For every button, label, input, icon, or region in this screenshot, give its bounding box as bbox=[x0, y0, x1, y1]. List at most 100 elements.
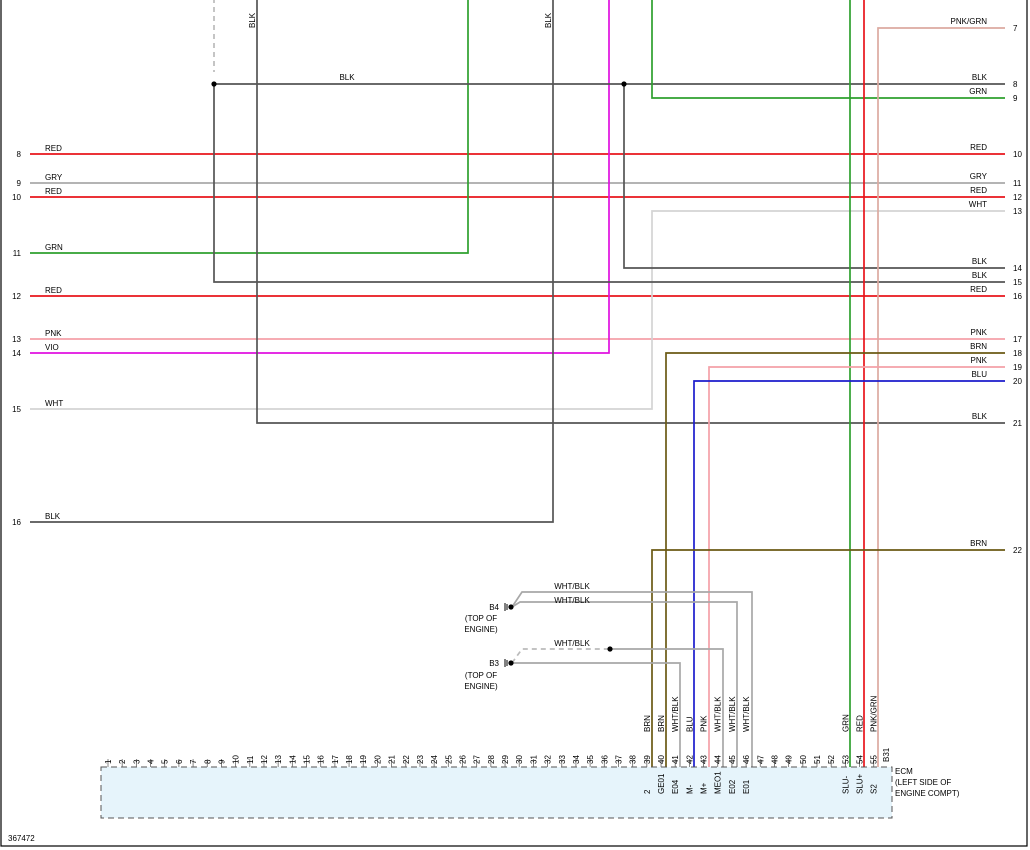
ecm-pin-number: 15 bbox=[303, 755, 312, 764]
ecm-terminal-wire-label: BLU bbox=[685, 716, 694, 732]
right-wire-label: BLK bbox=[972, 73, 988, 82]
ecm-pin-number: 6 bbox=[175, 759, 184, 764]
ecm-location: (LEFT SIDE OF bbox=[895, 778, 951, 787]
ecm-pin-number: 34 bbox=[572, 755, 581, 764]
ground-b4-symbol bbox=[508, 604, 514, 610]
ecm-pin-number: 55 bbox=[870, 755, 879, 764]
ecm-connector bbox=[100, 759, 893, 819]
ecm-pin-number: 30 bbox=[515, 755, 524, 764]
ecm-pin-number: 46 bbox=[742, 755, 751, 764]
left-wire-label: VIO bbox=[45, 343, 59, 352]
left-wire-label: GRY bbox=[45, 173, 63, 182]
ecm-terminal-wire-label: WHT/BLK bbox=[728, 696, 737, 732]
ecm-pin-number: 53 bbox=[841, 755, 850, 764]
right-pin-number: 17 bbox=[1013, 335, 1022, 344]
ecm-pin-number: 18 bbox=[345, 755, 354, 764]
right-pin-number: 18 bbox=[1013, 349, 1022, 358]
right-wire-label: BRN bbox=[970, 539, 987, 548]
wire-label-whtblk: WHT/BLK bbox=[554, 639, 590, 648]
wire-whtblk-e02 bbox=[511, 601, 738, 767]
wire-label-blk-vertical: BLK bbox=[544, 12, 553, 28]
ecm-terminal-wire-label: WHT/BLK bbox=[671, 696, 680, 732]
right-wire-label: PNK bbox=[971, 356, 988, 365]
right-wire-label: BRN bbox=[970, 342, 987, 351]
left-pin-number: 11 bbox=[13, 249, 22, 258]
ecm-pin-number: 29 bbox=[501, 755, 510, 764]
ecm-pin-number: 11 bbox=[246, 755, 255, 764]
ecm-pin-number: 4 bbox=[147, 759, 156, 764]
right-wire-label: BLK bbox=[972, 271, 988, 280]
ecm-pin-number: 47 bbox=[756, 755, 765, 764]
right-pin-number: 16 bbox=[1013, 292, 1022, 301]
wire-pnkgrn-s2 bbox=[877, 27, 1005, 767]
ecm-pin-number: 35 bbox=[586, 755, 595, 764]
ground-b3-symbol bbox=[508, 660, 514, 666]
ecm-box bbox=[100, 766, 893, 819]
ecm-pin-number: 38 bbox=[629, 755, 638, 764]
ecm-terminal-signal: SLU+ bbox=[856, 773, 865, 794]
right-wire-label: RED bbox=[970, 143, 987, 152]
right-wire-label: WHT bbox=[969, 200, 987, 209]
ecm-pin-number: 22 bbox=[402, 755, 411, 764]
wire-vio-14 bbox=[30, 0, 610, 354]
wire-label-whtblk: WHT/BLK bbox=[554, 596, 590, 605]
splice-dot bbox=[607, 646, 613, 652]
left-pin-number: 12 bbox=[12, 292, 21, 301]
ecm-pin-number: 49 bbox=[785, 755, 794, 764]
right-wire-label: PNK bbox=[971, 328, 988, 337]
ecm-pin-number: 41 bbox=[671, 755, 680, 764]
ecm-pin-number: 12 bbox=[260, 755, 269, 764]
ecm-pin-number: 9 bbox=[217, 759, 226, 764]
left-pin-number: 14 bbox=[12, 349, 21, 358]
ecm-terminal-wire-label: WHT/BLK bbox=[714, 696, 723, 732]
right-wire-label: BLU bbox=[971, 370, 987, 379]
ecm-terminal-wire-label: GRN bbox=[841, 714, 850, 732]
right-wire-label: PNK/GRN bbox=[951, 17, 988, 26]
ecm-terminal-signal: E02 bbox=[728, 779, 737, 794]
ecm-pin-number: 26 bbox=[459, 755, 468, 764]
ground-b4-location: ENGINE) bbox=[464, 625, 498, 634]
ecm-pin-number: 43 bbox=[700, 755, 709, 764]
ecm-pin-number: 54 bbox=[856, 755, 865, 764]
ground-b4-location: (TOP OF bbox=[465, 614, 497, 623]
right-pin-number: 13 bbox=[1013, 207, 1022, 216]
ecm-terminal-signal: M- bbox=[685, 784, 694, 794]
left-pin-number: 13 bbox=[12, 335, 21, 344]
ecm-terminal-signal: SLU- bbox=[841, 775, 850, 794]
ecm-pin-number: 31 bbox=[529, 755, 538, 764]
ecm-pin-number: 24 bbox=[430, 755, 439, 764]
wire-blk-16 bbox=[30, 0, 554, 523]
right-pin-number: 8 bbox=[1013, 80, 1018, 89]
right-pin-number: 11 bbox=[1013, 179, 1022, 188]
ecm-pin-number: 27 bbox=[473, 755, 482, 764]
right-pin-number: 14 bbox=[1013, 264, 1022, 273]
wiring-diagram: 8 RED 9 GRY 10 RED 11 GRN 12 RED 13 PNK 14 VIO 15 WHT 16… bbox=[0, 0, 1028, 847]
right-wire-label: BLK bbox=[972, 257, 988, 266]
ecm-pin-number: 23 bbox=[416, 755, 425, 764]
right-pin-number: 7 bbox=[1013, 24, 1018, 33]
ecm-pin-number: 32 bbox=[544, 755, 553, 764]
ecm-terminal-wire-label: BRN bbox=[643, 715, 652, 732]
left-pin-number: 9 bbox=[17, 179, 22, 188]
left-wire-label: RED bbox=[45, 144, 62, 153]
labels-layer: 8 RED 9 GRY 10 RED 11 GRN 12 RED 13 PNK 14 VIO 15 WHT 16… bbox=[12, 12, 1022, 798]
ecm-pin-number: 52 bbox=[827, 755, 836, 764]
left-pin-number: 10 bbox=[12, 193, 21, 202]
left-wire-label: BLK bbox=[45, 512, 61, 521]
ecm-terminal-wire-label: RED bbox=[856, 715, 865, 732]
right-pin-number: 10 bbox=[1013, 150, 1022, 159]
right-wire-label: RED bbox=[970, 285, 987, 294]
right-pin-number: 21 bbox=[1013, 419, 1022, 428]
ecm-pin-number: 21 bbox=[388, 755, 397, 764]
ecm-terminal-signal: E01 bbox=[742, 779, 751, 794]
right-wire-label: GRY bbox=[970, 172, 988, 181]
wire-label-blk-vertical: BLK bbox=[248, 12, 257, 28]
splice-dot bbox=[211, 81, 217, 87]
ecm-pin-number: 25 bbox=[444, 755, 453, 764]
right-wire-label: RED bbox=[970, 186, 987, 195]
ground-b3-id: B3 bbox=[489, 659, 499, 668]
ecm-pin-number: 13 bbox=[274, 755, 283, 764]
ground-b4-id: B4 bbox=[489, 603, 499, 612]
ecm-pin-number: 40 bbox=[657, 755, 666, 764]
diagram-id: 367472 bbox=[8, 834, 35, 843]
